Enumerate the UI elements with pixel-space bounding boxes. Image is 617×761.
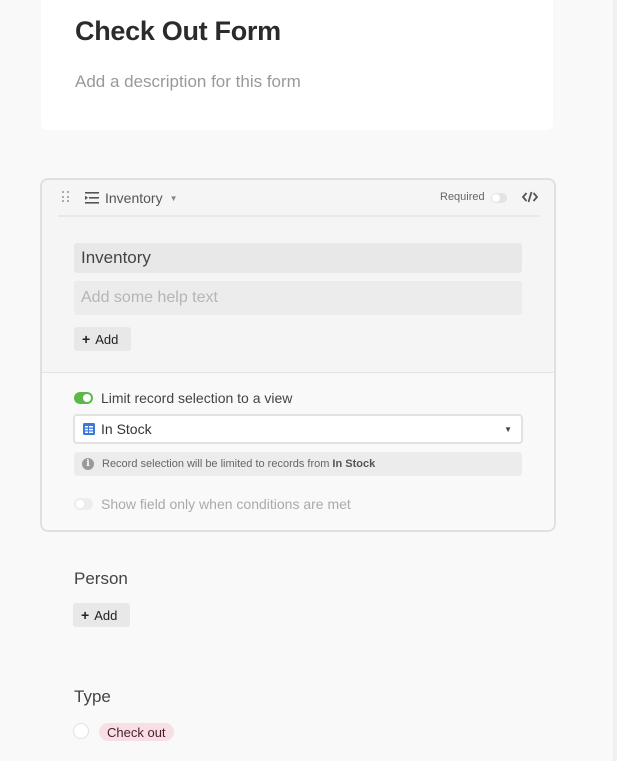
form-title[interactable]: Check Out Form (75, 16, 281, 47)
conditions-label: Show field only when conditions are met (101, 496, 351, 512)
add-button-label: Add (95, 331, 119, 347)
plus-icon: + (82, 331, 91, 347)
limit-to-view-row: Limit record selection to a view (74, 390, 292, 406)
conditions-toggle[interactable] (74, 498, 93, 510)
field-card-toolbar: Inventory ▼ Required (58, 180, 539, 217)
field-name: Inventory (105, 190, 163, 206)
limit-to-view-toggle[interactable] (74, 392, 93, 404)
code-slash-icon[interactable] (522, 191, 538, 203)
add-person-button[interactable]: + Add (73, 603, 130, 627)
type-option-radio[interactable] (73, 723, 89, 739)
grid-view-icon (83, 423, 95, 435)
info-view-name: In Stock (332, 458, 376, 470)
limit-to-view-label: Limit record selection to a view (101, 390, 293, 406)
info-notice: i Record selection will be limited to re… (74, 452, 522, 476)
conditions-row: Show field only when conditions are met (74, 496, 351, 512)
info-icon: i (82, 458, 94, 470)
chevron-down-icon: ▼ (504, 425, 512, 434)
drag-handle-icon[interactable] (62, 191, 70, 203)
chevron-down-icon: ▼ (169, 193, 178, 203)
type-field-label: Type (74, 687, 111, 706)
form-description-input[interactable]: Add a description for this form (75, 72, 301, 92)
required-toggle[interactable] (491, 193, 507, 203)
field-label-input[interactable]: Inventory (74, 243, 522, 273)
add-record-button[interactable]: + Add (74, 327, 131, 351)
field-type-dropdown[interactable]: Inventory ▼ (85, 189, 178, 207)
help-text-input[interactable]: Add some help text (74, 281, 522, 315)
long-text-lines-icon (85, 192, 99, 204)
info-text: Record selection will be limited to reco… (102, 458, 330, 470)
inventory-field-card[interactable]: Inventory ▼ Required Inventory Add some … (40, 178, 556, 532)
plus-icon: + (81, 607, 90, 623)
view-select[interactable]: In Stock ▼ (73, 414, 523, 444)
form-header-card: Check Out Form Add a description for thi… (41, 0, 553, 130)
add-button-label: Add (94, 607, 118, 623)
scrollbar-track[interactable] (613, 0, 617, 761)
required-label: Required (440, 191, 485, 203)
person-field-label: Person (74, 569, 128, 588)
view-select-value: In Stock (101, 421, 152, 437)
type-option-pill[interactable]: Check out (99, 723, 174, 741)
